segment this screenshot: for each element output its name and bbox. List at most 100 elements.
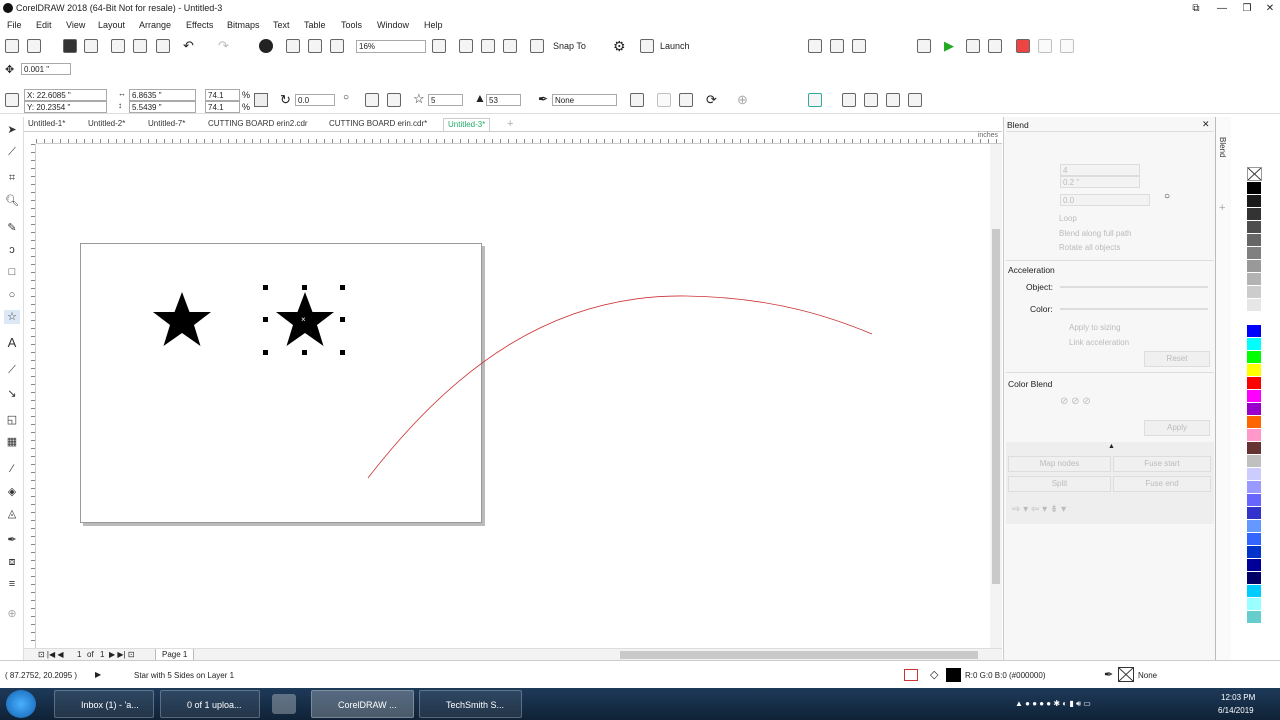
blend-angle-field[interactable]: 0.0 (1060, 194, 1150, 206)
full-screen-icon[interactable] (432, 39, 446, 53)
palette-swatch[interactable] (1247, 520, 1261, 533)
palette-swatch[interactable] (1247, 221, 1261, 234)
map-nodes-button[interactable]: Map nodes (1008, 456, 1111, 472)
first-page-icon[interactable]: ⊡ |◀ ◀ (38, 650, 64, 659)
scale-height-field[interactable]: 74.1 (205, 101, 240, 113)
palette-swatch[interactable] (1247, 533, 1261, 546)
horizontal-scroll-thumb[interactable] (620, 651, 978, 659)
macro-icon[interactable] (988, 39, 1002, 53)
tab-untitled-7[interactable]: Untitled-7* (144, 118, 189, 131)
y-position-field[interactable]: Y: 20.2354 " (24, 101, 107, 113)
customize-toolbox-icon[interactable]: ⊕ (4, 607, 20, 621)
tab-untitled-1[interactable]: Untitled-1* (24, 118, 69, 131)
print-icon[interactable] (84, 39, 98, 53)
palette-swatch[interactable] (1247, 442, 1261, 455)
width-field[interactable]: 6.8635 " (129, 89, 196, 101)
clock-date[interactable]: 6/14/2019 (1218, 706, 1254, 715)
ellipse-tool-icon[interactable]: ○ (4, 288, 20, 302)
palette-swatch[interactable] (1247, 338, 1261, 351)
docker-close-icon[interactable]: ✕ (1202, 119, 1210, 130)
minimize-button[interactable]: — (1212, 2, 1232, 15)
show-rulers-icon[interactable] (459, 39, 473, 53)
tab-untitled-3[interactable]: Untitled-3* (443, 118, 491, 131)
palette-swatch[interactable] (1247, 507, 1261, 520)
apply-to-sizing-checkbox[interactable]: Apply to sizing (1069, 323, 1121, 332)
palette-swatch[interactable] (1247, 247, 1261, 260)
convert-to-curves-icon[interactable]: ⟳ (706, 92, 717, 108)
blend-side-tab[interactable]: Blend (1218, 137, 1227, 157)
nudge-distance-field[interactable]: 0.001 " (21, 63, 71, 75)
import-icon[interactable] (286, 39, 300, 53)
copy-icon[interactable] (133, 39, 147, 53)
palette-swatch[interactable] (1247, 572, 1261, 585)
palette-swatch[interactable] (1247, 208, 1261, 221)
palette-swatch[interactable] (1247, 234, 1261, 247)
open-icon[interactable] (27, 39, 41, 53)
drawing-canvas[interactable]: × (36, 144, 990, 648)
menu-table[interactable]: Table (304, 20, 326, 30)
new-tab-icon[interactable]: + (507, 118, 513, 130)
eyedropper-tool-icon[interactable]: ⁄ (4, 462, 20, 476)
menu-file[interactable]: File (7, 20, 22, 30)
palette-swatch[interactable] (1247, 429, 1261, 442)
link-acceleration-checkbox[interactable]: Link acceleration (1069, 338, 1129, 347)
close-button[interactable]: ✕ (1260, 2, 1280, 15)
mirror-horizontal-icon[interactable] (365, 93, 379, 107)
horizontal-ruler[interactable]: inches (36, 132, 1002, 144)
crop-tool-icon[interactable]: ⌗ (4, 171, 20, 185)
menu-bitmaps[interactable]: Bitmaps (227, 20, 260, 30)
menu-arrange[interactable]: Arrange (139, 20, 171, 30)
fuse-start-button[interactable]: Fuse start (1113, 456, 1211, 472)
vertical-scrollbar[interactable] (990, 144, 1002, 648)
menu-layout[interactable]: Layout (98, 20, 125, 30)
menu-edit[interactable]: Edit (36, 20, 52, 30)
to-front-icon[interactable] (657, 93, 671, 107)
palette-swatch[interactable] (1247, 364, 1261, 377)
menu-view[interactable]: View (66, 20, 85, 30)
parallel-dimension-tool-icon[interactable]: ⟋ (4, 363, 20, 377)
snap-to-dropdown[interactable]: Snap To (553, 41, 586, 51)
palette-swatch[interactable] (1247, 273, 1261, 286)
save-icon[interactable] (63, 39, 77, 53)
align-distribute-icon[interactable]: ≡ (4, 577, 20, 591)
interactive-fill-tool-icon[interactable]: ◈ (4, 485, 20, 499)
mirror-vertical-icon[interactable] (387, 93, 401, 107)
record-icon[interactable] (966, 39, 980, 53)
reset-button[interactable]: Reset (1144, 351, 1210, 367)
outline-color-swatch[interactable] (1118, 667, 1134, 682)
star-shape-1[interactable] (153, 292, 211, 346)
status-expand-icon[interactable]: ▶ (95, 670, 101, 679)
transparency-tool-icon[interactable]: ▦ (4, 435, 20, 449)
collapse-arrow-icon[interactable]: ▲ (1108, 443, 1115, 450)
clock-time[interactable]: 12:03 PM (1221, 693, 1255, 702)
rotate-all-checkbox[interactable]: Rotate all objects (1059, 243, 1120, 252)
height-field[interactable]: 5.5439 " (129, 101, 196, 113)
blend-spacing-field[interactable]: 0.2 " (1060, 176, 1140, 188)
add-docker-icon[interactable]: + (1219, 202, 1225, 214)
scale-width-field[interactable]: 74.1 (205, 89, 240, 101)
color-blend-direction-icons[interactable]: ⊘ ⊘ ⊘ (1060, 396, 1091, 407)
wrap-text-icon[interactable] (630, 93, 644, 107)
loop-checkbox[interactable]: Loop (1059, 214, 1077, 223)
show-guidelines-icon[interactable] (503, 39, 517, 53)
vertical-ruler[interactable] (24, 144, 36, 648)
text-icon-2[interactable] (830, 39, 844, 53)
export-icon[interactable] (308, 39, 322, 53)
split-button[interactable]: Split (1008, 476, 1111, 492)
outline-pen-tool-icon[interactable]: ✒ (4, 533, 20, 547)
docker-icon-1[interactable] (842, 93, 856, 107)
menu-text[interactable]: Text (273, 20, 290, 30)
pause-icon[interactable] (1038, 39, 1052, 53)
palette-swatch[interactable] (1247, 494, 1261, 507)
add-preset-icon[interactable]: ⊕ (737, 92, 748, 108)
fuse-end-button[interactable]: Fuse end (1113, 476, 1211, 492)
play-icon[interactable]: ▶ (944, 38, 954, 54)
new-document-icon[interactable] (5, 39, 19, 53)
menu-tools[interactable]: Tools (341, 20, 362, 30)
shape-tool-icon[interactable]: ⟋ (4, 145, 20, 159)
vertical-scroll-thumb[interactable] (992, 229, 1000, 584)
task-techsmith[interactable]: TechSmith S... (419, 690, 522, 718)
special-icon[interactable] (808, 93, 822, 107)
search-content-icon[interactable] (259, 39, 273, 53)
system-tray-icons[interactable]: ▲ ● ● ● ● ✱ ◐ ▮ 🔊︎ ▭ (1015, 699, 1091, 709)
